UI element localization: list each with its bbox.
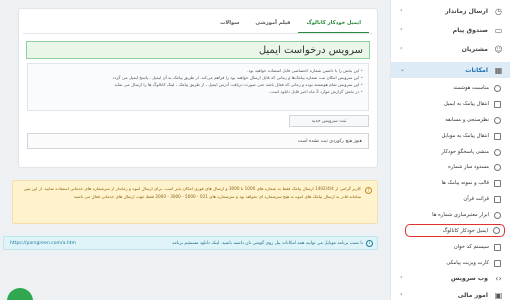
app-download-link[interactable]: https://parsgreen.com/a.htm bbox=[10, 241, 76, 246]
info-alert: https://parsgreen.com/a.htm با نصب برنام… bbox=[3, 236, 378, 250]
tab-bar: ایمیل خودکار کاتالوگ فیلم آموزشی سوالات bbox=[212, 13, 369, 33]
subitem-label: انتقال پیامک به ایمیل bbox=[444, 101, 489, 107]
tab-divider bbox=[23, 33, 373, 34]
sidebar-item-inbox[interactable]: صندوق پیام ▭ ‹ bbox=[391, 22, 510, 38]
sidebar-item-finance[interactable]: امور مالی ▣ ‹ bbox=[391, 287, 510, 300]
subitem-label: منشی پاسخگو خودکار bbox=[441, 149, 489, 155]
chevron-left-icon: ‹ bbox=[400, 26, 403, 33]
sidebar-item-label: وب سرویس bbox=[450, 274, 488, 282]
notice-box: این بخش را با داشتن شماره اختصاصی قابل ا… bbox=[27, 63, 369, 111]
barcode-icon bbox=[494, 243, 501, 251]
grid-icon: ▦ bbox=[494, 65, 503, 75]
chevron-down-icon: ⌄ bbox=[400, 66, 406, 73]
reply-icon bbox=[494, 148, 501, 156]
sidebar-subitem-code-reader[interactable]: سیستم کد خوان bbox=[405, 241, 505, 253]
sidebar-subitem-auto-responder[interactable]: منشی پاسخگو خودکار bbox=[405, 146, 505, 158]
users-icon: ☺ bbox=[494, 44, 503, 54]
info-icon: i bbox=[366, 240, 373, 247]
wallet-icon: ▣ bbox=[494, 290, 503, 300]
check-icon bbox=[494, 211, 501, 219]
tab-tutorial-video[interactable]: فیلم آموزشی bbox=[247, 13, 298, 33]
subitem-label: ایمیل خودکار کاتالوگ bbox=[442, 227, 488, 234]
chevron-left-icon: ‹ bbox=[400, 7, 403, 14]
sidebar-item-label: امور مالی bbox=[457, 291, 488, 299]
status-text: هنوز هیچ رکوردی ثبت نشده است bbox=[297, 138, 362, 144]
warning-icon: ! bbox=[365, 187, 372, 194]
subitem-label: قرائت قرآن bbox=[463, 196, 489, 202]
notice-line: در بخش گزارش موارد 3 ماه اخیر قابل دانلو… bbox=[33, 88, 363, 95]
service-title-box: سرویس درخواست ایمیل bbox=[26, 41, 370, 59]
sidebar-subitem-templates[interactable]: قالب و نمونه پیامک ها bbox=[405, 177, 505, 189]
tab-auto-catalog-email[interactable]: ایمیل خودکار کاتالوگ bbox=[298, 13, 369, 33]
chevron-left-icon: ‹ bbox=[400, 45, 403, 52]
notice-line: این سرویس امکان ثبت شماره پیامک‌ها و زما… bbox=[33, 74, 363, 81]
chevron-left-icon: ‹ bbox=[400, 274, 403, 281]
sidebar-item-features[interactable]: امکانات ▦ ⌄ bbox=[391, 62, 510, 78]
card-icon bbox=[494, 259, 501, 267]
block-icon bbox=[494, 163, 501, 171]
sidebar-item-web-service[interactable]: وب سرویس ‹› ‹ bbox=[391, 270, 510, 286]
warning-alert: ! کاربر گرامی از 1402/4/4 ارسال پیامک فق… bbox=[12, 180, 378, 224]
subitem-label: انتقال پیامک به موبایل bbox=[441, 133, 489, 139]
sidebar-subitem-poll[interactable]: نظرسنجی و مسابقه bbox=[405, 114, 505, 126]
tab-faq[interactable]: سوالات bbox=[212, 13, 247, 33]
clock-icon: ◷ bbox=[495, 6, 502, 16]
subitem-label: نظرسنجی و مسابقه bbox=[445, 117, 489, 123]
info-text: با نصب برنامه موبایل می توانید همه امکان… bbox=[172, 240, 363, 246]
catalog-email-panel: ایمیل خودکار کاتالوگ فیلم آموزشی سوالات … bbox=[18, 8, 378, 168]
code-icon: ‹› bbox=[495, 273, 502, 283]
service-title: سرویس درخواست ایمیل bbox=[258, 44, 363, 56]
sidebar-subitem-number-validator[interactable]: ابزار معتبرسازی شماره ها bbox=[405, 209, 505, 221]
mobile-icon bbox=[494, 132, 501, 140]
sidebar-subitem-sms-to-email[interactable]: انتقال پیامک به ایمیل bbox=[405, 98, 505, 110]
sidebar-item-customers[interactable]: مشتریان ☺ ‹ bbox=[391, 41, 510, 57]
subitem-label: سیستم کد خوان bbox=[453, 244, 489, 250]
sidebar-subitem-smart-occasion[interactable]: مناسبت هوشمند bbox=[405, 82, 505, 94]
subitem-label: قالب و نمونه پیامک ها bbox=[441, 180, 489, 186]
subitem-label: مناسبت هوشمند bbox=[453, 85, 489, 91]
subitem-label: کارت ویزیت پیامکی bbox=[446, 260, 489, 266]
inbox-icon: ▭ bbox=[494, 25, 503, 35]
records-status-box: هنوز هیچ رکوردی ثبت نشده است bbox=[27, 133, 369, 149]
sidebar-subitem-number-blocker[interactable]: مسدود ساز شماره bbox=[405, 161, 505, 173]
at-icon bbox=[493, 227, 500, 234]
sidebar-subitem-quran[interactable]: قرائت قرآن bbox=[405, 193, 505, 205]
new-service-button[interactable]: ثبت سرویس جدید bbox=[289, 115, 369, 127]
calendar-icon bbox=[494, 84, 501, 92]
envelope-icon bbox=[494, 100, 501, 108]
subitem-label: ابزار معتبرسازی شماره ها bbox=[432, 212, 489, 218]
sidebar-subitem-sms-business-card[interactable]: کارت ویزیت پیامکی bbox=[405, 257, 505, 269]
notice-line: این بخش را با داشتن شماره اختصاصی قابل ا… bbox=[33, 67, 363, 74]
chat-fab-button[interactable] bbox=[7, 288, 33, 300]
template-icon bbox=[494, 179, 501, 187]
warning-text: کاربر گرامی از 1402/4/4 ارسال پیامک فقط … bbox=[24, 186, 361, 199]
chart-icon bbox=[494, 116, 501, 124]
sidebar-item-label: امکانات bbox=[465, 66, 488, 74]
sidebar-item-label: مشتریان bbox=[461, 45, 488, 53]
sidebar-subitem-sms-to-mobile[interactable]: انتقال پیامک به موبایل bbox=[405, 130, 505, 142]
sidebar-item-label: صندوق پیام bbox=[452, 26, 488, 34]
book-icon bbox=[494, 195, 501, 203]
subitem-label: مسدود ساز شماره bbox=[448, 164, 489, 170]
sidebar-subitem-auto-catalog-email[interactable]: ایمیل خودکار کاتالوگ bbox=[405, 224, 505, 237]
notice-line: این سرویس تمام هوشمند بوده و زمانی که فع… bbox=[33, 81, 363, 88]
sidebar-item-label: ارسال زماندار bbox=[445, 7, 488, 15]
sidebar: ارسال زماندار ◷ ‹ صندوق پیام ▭ ‹ مشتریان… bbox=[390, 0, 510, 300]
chevron-left-icon: ‹ bbox=[400, 291, 403, 298]
sidebar-item-scheduled-send[interactable]: ارسال زماندار ◷ ‹ bbox=[391, 3, 510, 19]
